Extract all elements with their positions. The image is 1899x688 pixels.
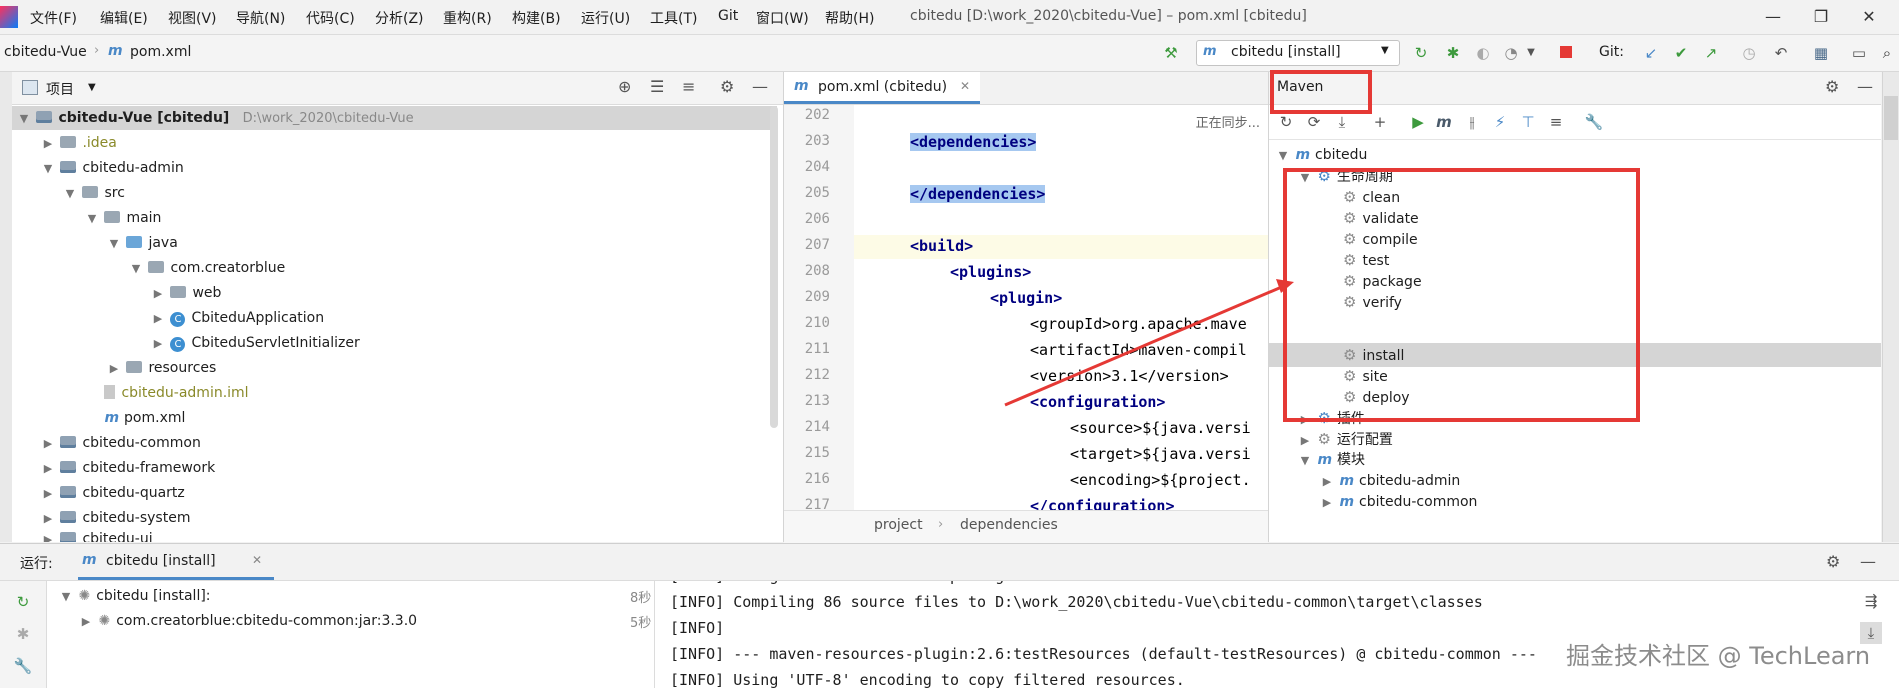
annotation-arrow (1004, 279, 1294, 407)
arrow-head (1276, 279, 1294, 293)
arrow-line (1004, 284, 1285, 407)
